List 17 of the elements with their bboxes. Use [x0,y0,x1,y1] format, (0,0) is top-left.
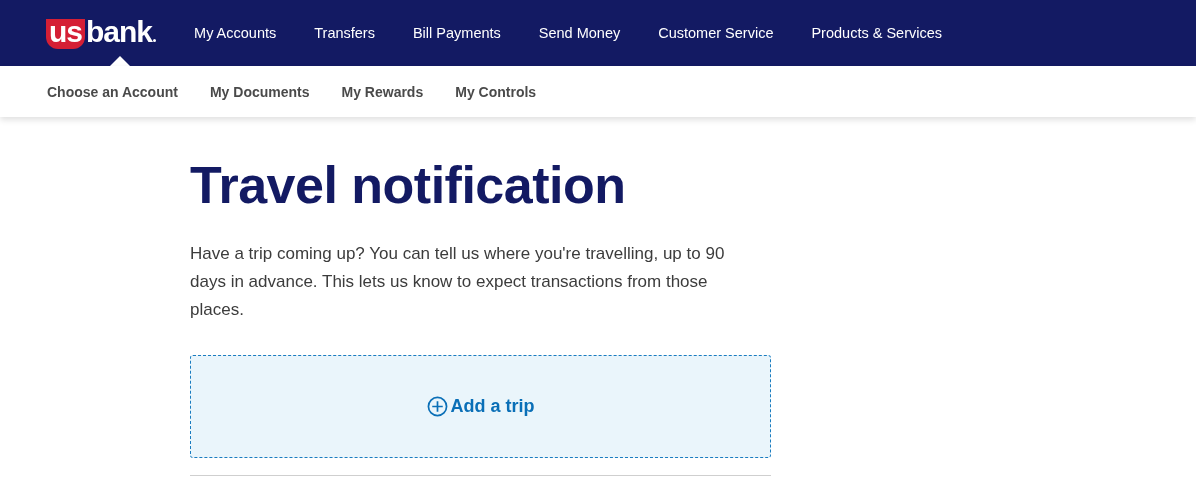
trademark-dot-icon [153,39,157,42]
logo[interactable]: usbank [46,15,157,49]
main-nav-link[interactable]: Transfers [314,25,375,41]
nav-pointer-icon [110,56,130,66]
main-nav-link[interactable]: Send Money [538,25,621,41]
sub-nav-link[interactable]: My Documents [209,83,310,100]
page-title: Travel notification [190,155,627,215]
sub-nav-link[interactable]: My Controls [455,83,537,100]
main-nav-link[interactable]: My Accounts [194,25,277,41]
main-nav-link[interactable]: Customer Service [658,25,774,41]
add-icon [426,396,448,417]
sub-nav-link[interactable]: My Rewards [341,83,424,100]
add-trip-button[interactable]: Add a trip [190,355,771,458]
description-text: Have a trip coming up? You can tell us where you're travelling, up to 90 days in advance. This lets us know to expect transactions from those places. [190,243,726,321]
sub-nav-link[interactable]: Choose an Account [47,83,178,100]
main-nav-link[interactable]: Bill Payments [412,25,501,41]
main-nav-link[interactable]: Products & Services [811,25,942,41]
